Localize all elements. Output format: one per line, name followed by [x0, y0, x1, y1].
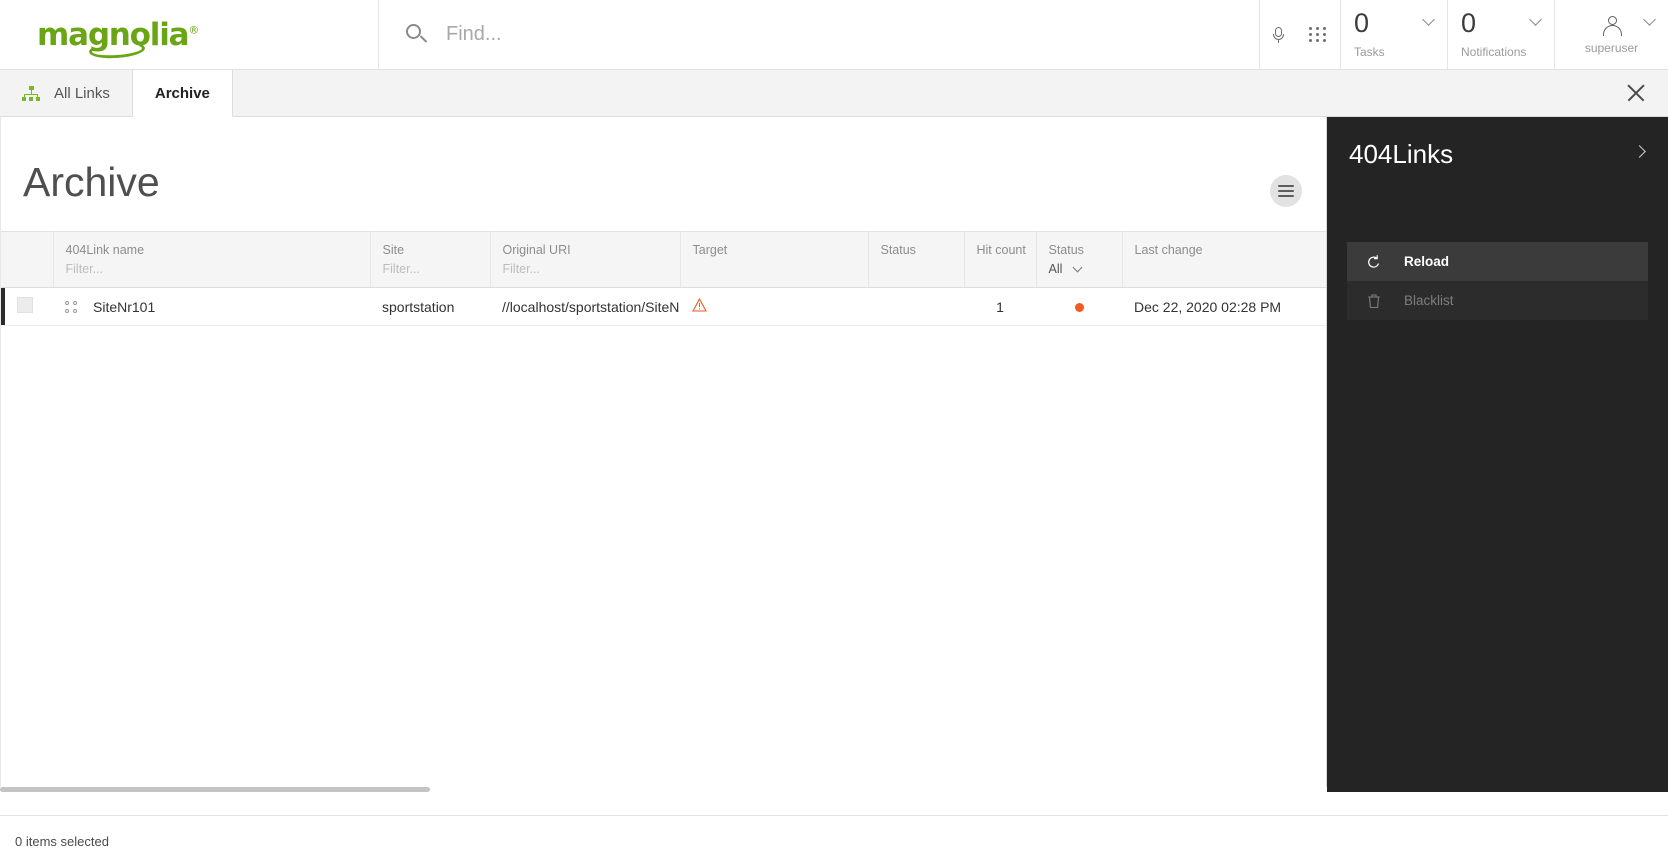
header-label: Last change: [1135, 243, 1328, 257]
logo-registered-mark: ®: [188, 23, 198, 36]
cell-site: sportstation: [370, 288, 490, 326]
tab-all-links[interactable]: All Links: [0, 70, 133, 116]
action-blacklist-label: Blacklist: [1404, 293, 1454, 308]
tasks-label: Tasks: [1354, 45, 1447, 59]
link-name-value: SiteNr101: [93, 299, 155, 315]
items-selected-label: 0 items selected: [15, 834, 109, 849]
header-label: Original URI: [503, 243, 680, 257]
top-bar: magnolia® 0 Tasks 0: [0, 0, 1668, 70]
table-row[interactable]: SiteNr101 sportstation //localhost/sport…: [1, 288, 1327, 326]
app-launcher-button[interactable]: [1296, 0, 1340, 69]
search-input[interactable]: [444, 22, 1084, 47]
row-checkbox-cell[interactable]: [5, 288, 53, 326]
chevron-down-icon[interactable]: [1073, 263, 1083, 273]
magnolia-app-shell: magnolia® 0 Tasks 0: [0, 0, 1668, 867]
action-panel-header: 404Links: [1327, 117, 1668, 170]
app-grid-icon: [1309, 27, 1327, 42]
action-panel: 404Links Reload: [1327, 117, 1668, 792]
bottom-area: 0 items selected: [0, 792, 1668, 867]
header-label: Status: [1049, 243, 1122, 257]
status-bar: 0 items selected: [0, 815, 1668, 867]
red-status-dot: [1075, 303, 1084, 312]
cell-404link-name: SiteNr101: [53, 288, 370, 326]
cell-target: [680, 288, 868, 326]
tab-bar: All Links Archive: [0, 70, 1668, 117]
tasks-count: 0: [1354, 10, 1447, 37]
close-icon[interactable]: [1624, 81, 1648, 105]
header-target[interactable]: Target: [680, 232, 868, 288]
action-blacklist[interactable]: Blacklist: [1347, 281, 1648, 320]
header-status[interactable]: Status: [868, 232, 964, 288]
voice-search-button[interactable]: [1260, 0, 1296, 69]
header-label: 404Link name: [66, 243, 370, 257]
action-list: Reload Blacklist: [1327, 242, 1668, 320]
header-label: Site: [383, 243, 490, 257]
microphone-icon: [1273, 27, 1284, 43]
person-icon: [1602, 16, 1622, 34]
sitemap-icon: [22, 86, 40, 101]
header-404link-name[interactable]: 404Link name Filter...: [53, 232, 370, 288]
user-menu[interactable]: superuser: [1554, 0, 1668, 69]
tab-archive[interactable]: Archive: [133, 70, 233, 117]
action-reload[interactable]: Reload: [1347, 242, 1648, 281]
chevron-down-icon[interactable]: [1643, 13, 1656, 26]
header-last-change[interactable]: Last change: [1122, 232, 1327, 288]
cell-status-dot: [1036, 288, 1122, 326]
tab-all-links-label: All Links: [54, 85, 110, 102]
header-hit-count[interactable]: Hit count: [964, 232, 1036, 288]
header-label: Hit count: [977, 243, 1036, 257]
header-original-uri[interactable]: Original URI Filter...: [490, 232, 680, 288]
trash-icon: [1366, 293, 1382, 309]
cell-original-uri: //localhost/sportstation/SiteNr101: [490, 288, 680, 326]
notifications-label: Notifications: [1461, 45, 1554, 59]
filter-input-site[interactable]: Filter...: [383, 262, 490, 276]
filter-input-404link-name[interactable]: Filter...: [66, 262, 370, 276]
main-content: Archive 404Link name Filter...: [0, 117, 1327, 792]
links-table: 404Link name Filter... Site Filter... Or…: [1, 231, 1327, 326]
cell-hit-count: 1: [964, 288, 1036, 326]
tasks-indicator[interactable]: 0 Tasks: [1340, 0, 1447, 69]
row-checkbox[interactable]: [17, 297, 33, 313]
global-search[interactable]: [379, 0, 1260, 69]
notifications-count: 0: [1461, 10, 1554, 37]
header-label: Status: [881, 243, 964, 257]
cell-status: [868, 288, 964, 326]
table-header-row: 404Link name Filter... Site Filter... Or…: [1, 232, 1327, 288]
notifications-indicator[interactable]: 0 Notifications: [1447, 0, 1554, 69]
list-view-icon[interactable]: [1270, 175, 1302, 207]
action-reload-label: Reload: [1404, 254, 1449, 269]
header-site[interactable]: Site Filter...: [370, 232, 490, 288]
header-status-filter[interactable]: Status All: [1036, 232, 1122, 288]
four-dots-icon: [65, 301, 78, 314]
tab-archive-label: Archive: [155, 85, 210, 102]
filter-input-original-uri[interactable]: Filter...: [503, 262, 680, 276]
user-name-label: superuser: [1585, 41, 1638, 55]
cell-last-change: Dec 22, 2020 02:28 PM: [1122, 288, 1327, 326]
header-label: Target: [693, 243, 868, 257]
status-filter-value[interactable]: All: [1049, 262, 1063, 276]
warning-triangle-icon: [692, 298, 707, 312]
header-select-all[interactable]: [5, 232, 53, 288]
chevron-right-icon[interactable]: [1633, 145, 1646, 158]
action-panel-title: 404Links: [1349, 139, 1453, 169]
reload-icon: [1366, 254, 1382, 270]
search-icon: [406, 24, 428, 46]
page-header: Archive: [1, 117, 1326, 231]
logo-cell[interactable]: magnolia®: [0, 0, 379, 69]
page-title: Archive: [23, 159, 1326, 206]
magnolia-logo[interactable]: magnolia®: [37, 17, 198, 53]
